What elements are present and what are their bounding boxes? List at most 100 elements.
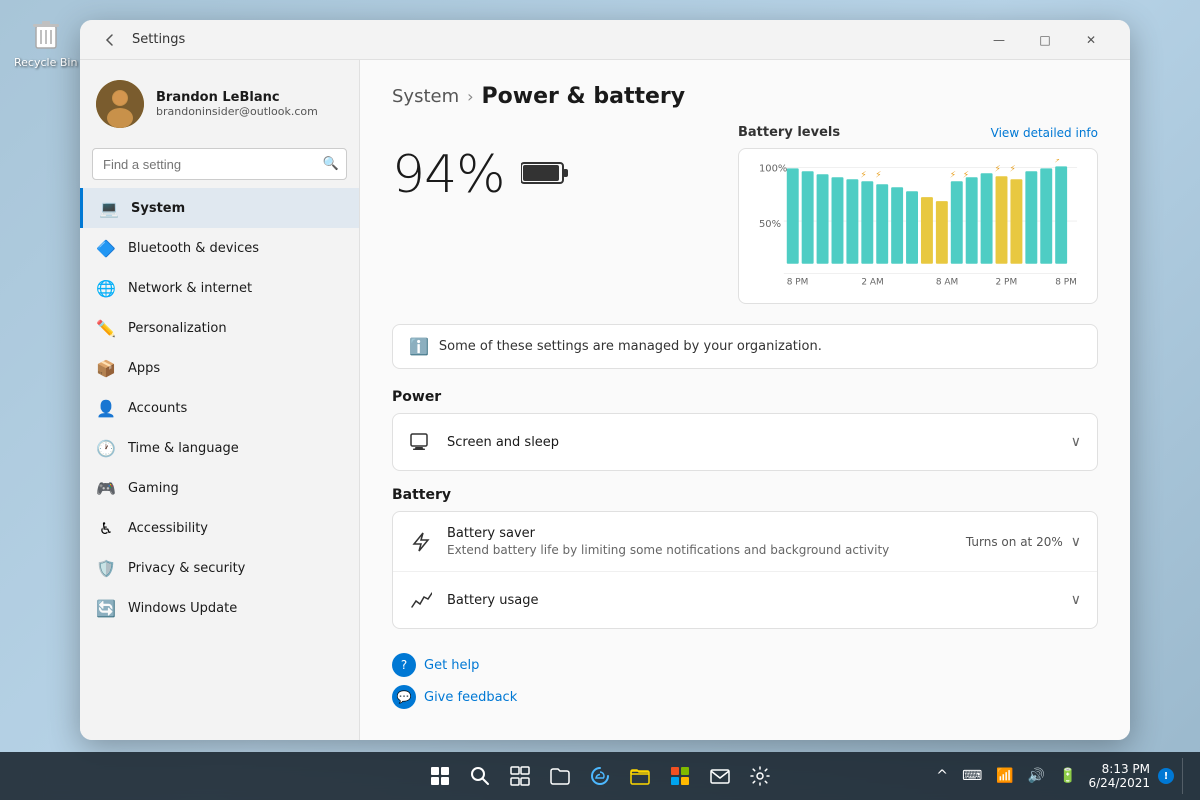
breadcrumb: System › Power & battery (392, 84, 1098, 109)
taskbar-search-button[interactable] (462, 758, 498, 794)
breadcrumb-parent[interactable]: System (392, 86, 459, 107)
mail-button[interactable] (702, 758, 738, 794)
battery-saver-right: Turns on at 20% ∨ (966, 534, 1081, 550)
get-help-text[interactable]: Get help (424, 658, 479, 673)
nav-icon-apps: 📦 (96, 358, 116, 378)
sidebar-item-accessibility[interactable]: ♿ Accessibility (80, 508, 359, 548)
battery-saver-icon (409, 530, 433, 554)
store-button[interactable] (662, 758, 698, 794)
show-hidden-icons[interactable]: ^ (932, 766, 952, 786)
nav-list: 💻 System 🔷 Bluetooth & devices 🌐 Network… (80, 188, 359, 628)
svg-text:8 AM: 8 AM (936, 278, 958, 288)
breadcrumb-separator: › (467, 87, 473, 106)
nav-label-update: Windows Update (128, 601, 237, 616)
svg-text:8 PM: 8 PM (787, 278, 809, 288)
chart-header: Battery levels View detailed info (738, 125, 1098, 140)
avatar (96, 80, 144, 128)
nav-label-network: Network & internet (128, 281, 252, 296)
view-detailed-info-link[interactable]: View detailed info (991, 126, 1098, 140)
nav-label-gaming: Gaming (128, 481, 179, 496)
profile-email: brandoninsider@outlook.com (156, 105, 343, 118)
footer-links: ? Get help 💬 Give feedback (392, 653, 1098, 709)
sidebar-item-accounts[interactable]: 👤 Accounts (80, 388, 359, 428)
battery-saver-subtitle: Extend battery life by limiting some not… (447, 543, 952, 557)
svg-text:8 PM: 8 PM (1055, 278, 1077, 288)
battery-section: Battery Battery saver Extend batt (392, 487, 1098, 629)
power-section-title: Power (392, 389, 1098, 405)
taskbar-settings-button[interactable] (742, 758, 778, 794)
nav-icon-gaming: 🎮 (96, 478, 116, 498)
battery-usage-right: ∨ (1071, 592, 1081, 608)
battery-usage-title: Battery usage (447, 593, 1057, 608)
sidebar-item-gaming[interactable]: 🎮 Gaming (80, 468, 359, 508)
sidebar-item-privacy[interactable]: 🛡️ Privacy & security (80, 548, 359, 588)
give-feedback-text[interactable]: Give feedback (424, 690, 517, 705)
battery-overview: 94% Battery levels (392, 125, 1098, 304)
back-button[interactable] (96, 26, 124, 54)
battery-tray-icon[interactable]: 🔋 (1055, 766, 1080, 786)
battery-saver-title: Battery saver (447, 526, 952, 541)
profile-info: Brandon LeBlanc brandoninsider@outlook.c… (156, 90, 343, 118)
profile-section[interactable]: Brandon LeBlanc brandoninsider@outlook.c… (80, 68, 359, 140)
battery-usage-row[interactable]: Battery usage ∨ (393, 572, 1097, 628)
svg-text:2 AM: 2 AM (861, 278, 883, 288)
battery-usage-content: Battery usage (447, 593, 1057, 608)
maximize-button[interactable]: □ (1022, 20, 1068, 60)
system-tray: ^ ⌨ 📶 🔊 🔋 (932, 766, 1080, 786)
chart-title: Battery levels (738, 125, 840, 140)
taskbar-clock[interactable]: 8:13 PM 6/24/2021 (1088, 762, 1150, 790)
battery-saver-row[interactable]: Battery saver Extend battery life by lim… (393, 512, 1097, 572)
screen-sleep-row[interactable]: Screen and sleep ∨ (393, 414, 1097, 470)
task-view-button[interactable] (502, 758, 538, 794)
taskbar-center (422, 758, 778, 794)
svg-text:50%: 50% (759, 219, 781, 230)
nav-label-bluetooth: Bluetooth & devices (128, 241, 259, 256)
sidebar-item-update[interactable]: 🔄 Windows Update (80, 588, 359, 628)
sidebar-item-system[interactable]: 💻 System (80, 188, 359, 228)
nav-label-apps: Apps (128, 361, 160, 376)
svg-text:⚡: ⚡ (860, 170, 866, 180)
get-help-link[interactable]: ? Get help (392, 653, 1098, 677)
info-text: Some of these settings are managed by yo… (439, 339, 822, 354)
recycle-bin[interactable]: Recycle Bin (10, 10, 81, 73)
file-explorer-button[interactable] (542, 758, 578, 794)
svg-text:⚡: ⚡ (950, 170, 956, 180)
keyboard-icon[interactable]: ⌨ (958, 766, 986, 786)
nav-label-time: Time & language (128, 441, 239, 456)
info-icon: ℹ️ (409, 337, 429, 356)
svg-text:⚡: ⚡ (1009, 164, 1015, 174)
nav-icon-accessibility: ♿ (96, 518, 116, 538)
sidebar-item-time[interactable]: 🕐 Time & language (80, 428, 359, 468)
sidebar-item-network[interactable]: 🌐 Network & internet (80, 268, 359, 308)
search-box: 🔍 (92, 148, 347, 180)
battery-percentage: 94% (392, 145, 505, 205)
sidebar-item-apps[interactable]: 📦 Apps (80, 348, 359, 388)
minimize-button[interactable]: — (976, 20, 1022, 60)
battery-icon (521, 156, 569, 194)
sidebar: Brandon LeBlanc brandoninsider@outlook.c… (80, 60, 360, 740)
notification-badge[interactable]: ! (1158, 768, 1174, 784)
start-button[interactable] (422, 758, 458, 794)
file-manager-button[interactable] (622, 758, 658, 794)
taskbar-time-text: 8:13 PM (1088, 762, 1150, 776)
sidebar-item-personalization[interactable]: ✏️ Personalization (80, 308, 359, 348)
power-settings-card: Screen and sleep ∨ (392, 413, 1098, 471)
close-button[interactable]: ✕ (1068, 20, 1114, 60)
main-content: System › Power & battery 94% (360, 60, 1130, 740)
search-input[interactable] (92, 148, 347, 180)
battery-settings-card: Battery saver Extend battery life by lim… (392, 511, 1098, 629)
edge-button[interactable] (582, 758, 618, 794)
nav-label-system: System (131, 201, 185, 216)
wifi-icon[interactable]: 📶 (992, 766, 1017, 786)
profile-name: Brandon LeBlanc (156, 90, 343, 105)
screen-sleep-chevron: ∨ (1071, 434, 1081, 450)
svg-text:2 PM: 2 PM (996, 278, 1018, 288)
window-title: Settings (132, 32, 185, 47)
nav-label-privacy: Privacy & security (128, 561, 245, 576)
sidebar-item-bluetooth[interactable]: 🔷 Bluetooth & devices (80, 228, 359, 268)
volume-icon[interactable]: 🔊 (1024, 766, 1049, 786)
show-desktop-button[interactable] (1182, 758, 1188, 794)
give-feedback-link[interactable]: 💬 Give feedback (392, 685, 1098, 709)
search-icon: 🔍 (323, 157, 339, 172)
nav-icon-update: 🔄 (96, 598, 116, 618)
